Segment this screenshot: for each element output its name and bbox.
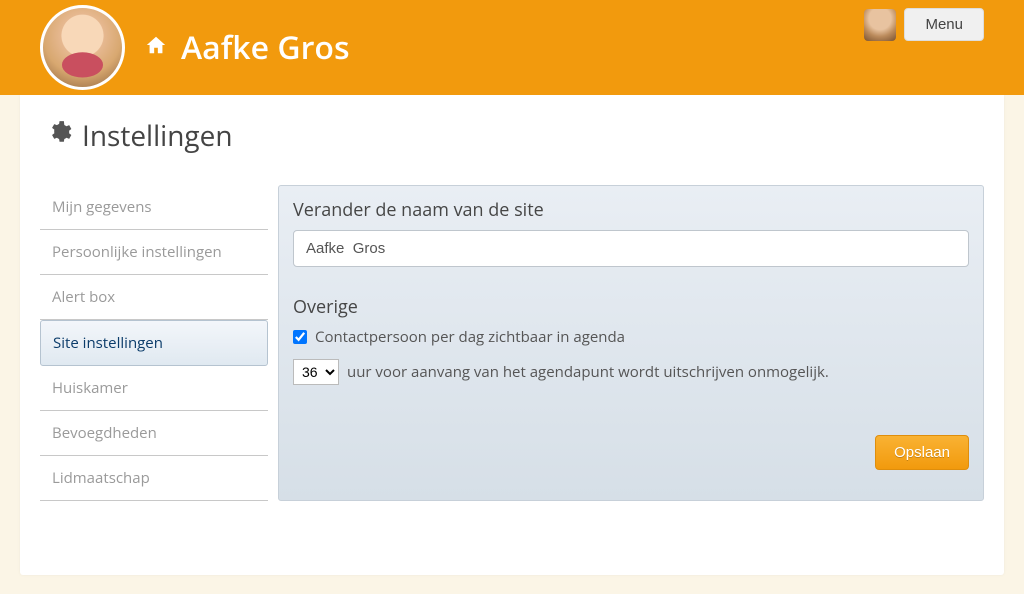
hours-select[interactable]: 36 bbox=[293, 359, 339, 385]
sidebar-item-4[interactable]: Huiskamer bbox=[40, 366, 268, 411]
header-right: Menu bbox=[864, 8, 984, 41]
sidebar-item-3[interactable]: Site instellingen bbox=[40, 320, 268, 366]
other-section-label: Overige bbox=[293, 295, 969, 319]
page-title-row: Instellingen bbox=[20, 117, 1004, 185]
contact-visibility-row[interactable]: Contactpersoon per dag zichtbaar in agen… bbox=[293, 327, 969, 347]
avatar-large[interactable] bbox=[40, 5, 125, 90]
sidebar-item-2[interactable]: Alert box bbox=[40, 275, 268, 320]
page-title: Instellingen bbox=[82, 117, 233, 155]
hours-row: 36 uur voor aanvang van het agendapunt w… bbox=[293, 359, 969, 385]
sidebar-item-1[interactable]: Persoonlijke instellingen bbox=[40, 230, 268, 275]
rename-site-label: Verander de naam van de site bbox=[293, 198, 969, 222]
settings-panel: Verander de naam van de site Overige Con… bbox=[278, 185, 984, 501]
sidebar-item-0[interactable]: Mijn gegevens bbox=[40, 185, 268, 230]
avatar-small[interactable] bbox=[864, 9, 896, 41]
sidebar-item-6[interactable]: Lidmaatschap bbox=[40, 456, 268, 501]
save-button[interactable]: Opslaan bbox=[875, 435, 969, 470]
header-title: Aafke Gros bbox=[181, 26, 350, 69]
gear-icon bbox=[46, 119, 72, 153]
sidebar-item-5[interactable]: Bevoegdheden bbox=[40, 411, 268, 456]
hours-suffix: uur voor aanvang van het agendapunt word… bbox=[347, 362, 829, 382]
main-card: Instellingen Mijn gegevensPersoonlijke i… bbox=[20, 95, 1004, 575]
content-row: Mijn gegevensPersoonlijke instellingenAl… bbox=[20, 185, 1004, 501]
settings-sidebar: Mijn gegevensPersoonlijke instellingenAl… bbox=[40, 185, 268, 501]
save-row: Opslaan bbox=[293, 435, 969, 470]
app-header: Aafke Gros Menu bbox=[0, 0, 1024, 95]
menu-button[interactable]: Menu bbox=[904, 8, 984, 41]
contact-visibility-label: Contactpersoon per dag zichtbaar in agen… bbox=[315, 327, 625, 347]
contact-visibility-checkbox[interactable] bbox=[293, 330, 307, 344]
home-icon[interactable] bbox=[145, 33, 167, 63]
site-name-input[interactable] bbox=[293, 230, 969, 267]
